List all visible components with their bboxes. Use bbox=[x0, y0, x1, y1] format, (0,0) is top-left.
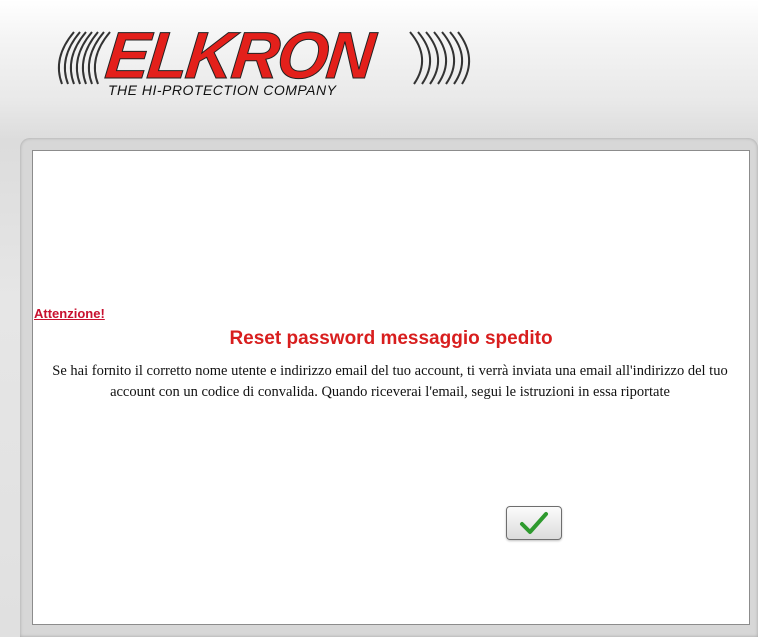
dialog-message: Se hai fornito il corretto nome utente e… bbox=[52, 363, 728, 400]
confirm-button[interactable] bbox=[506, 506, 562, 540]
checkmark-icon bbox=[520, 512, 548, 534]
logo-wordmark: ELKRON bbox=[102, 18, 377, 93]
attention-label: Attenzione! bbox=[34, 306, 105, 321]
elkron-logo: ELKRON THE HI-PROTECTION COMPANY bbox=[48, 18, 488, 104]
logo-tagline: THE HI-PROTECTION COMPANY bbox=[108, 82, 337, 98]
page-header: ELKRON THE HI-PROTECTION COMPANY bbox=[0, 0, 758, 140]
logo-slashes-right-icon bbox=[409, 31, 470, 85]
dialog-title: Reset password messaggio spedito bbox=[229, 328, 553, 349]
